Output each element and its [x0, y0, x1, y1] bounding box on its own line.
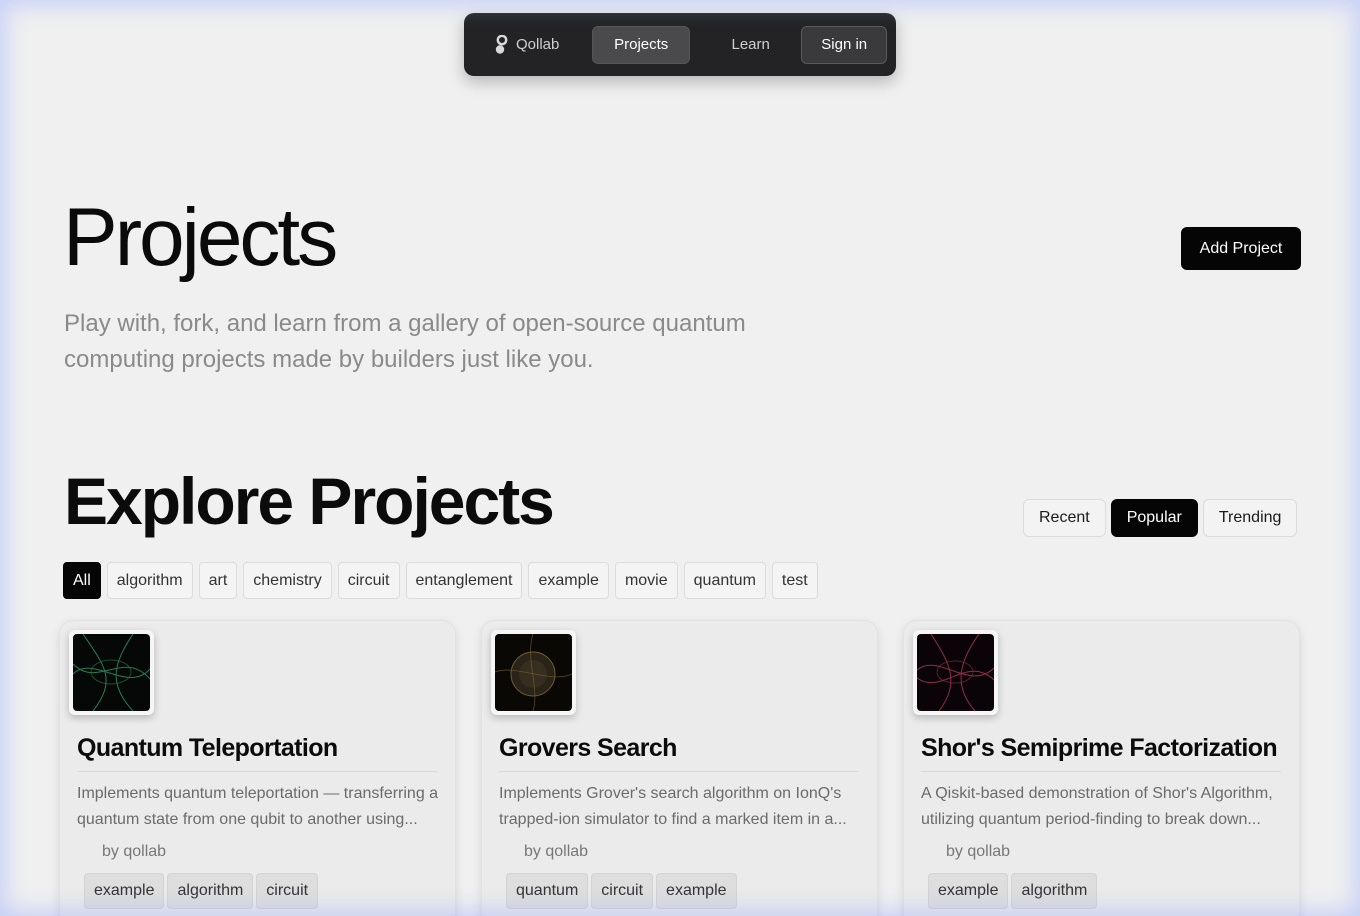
- project-author: by qollab: [524, 843, 589, 860]
- tag-filter-movie[interactable]: movie: [614, 562, 678, 599]
- sort-toggle-group: Recent Popular Trending: [1023, 499, 1298, 537]
- tag-filter-circuit[interactable]: circuit: [337, 562, 400, 599]
- project-description: A Qiskit-based demonstration of Shor's A…: [921, 785, 1273, 828]
- tag-filter-quantum[interactable]: quantum: [683, 562, 766, 599]
- card-divider: [499, 771, 859, 772]
- project-thumbnail: [913, 630, 998, 715]
- add-project-button[interactable]: Add Project: [1181, 227, 1301, 270]
- card-divider: [77, 771, 437, 772]
- tag-filter-bar: All algorithm art chemistry circuit enta…: [63, 562, 818, 599]
- top-nav: Qollab Projects Learn Sign in: [464, 13, 896, 76]
- page-subtitle: Play with, fork, and learn from a galler…: [64, 310, 746, 373]
- project-tag[interactable]: quantum: [506, 873, 589, 909]
- project-title[interactable]: Grovers Search: [499, 730, 859, 766]
- project-card[interactable]: Shor's Semiprime Factorization A Qiskit-…: [903, 620, 1300, 916]
- project-thumbnail: [491, 630, 576, 715]
- project-tags: example algorithm: [928, 873, 1098, 909]
- project-tag[interactable]: algorithm: [1011, 873, 1098, 909]
- project-tag[interactable]: example: [928, 873, 1009, 909]
- project-author: by qollab: [946, 843, 1011, 860]
- project-tags: example algorithm circuit: [84, 873, 319, 909]
- nav-item-learn[interactable]: Learn: [702, 26, 799, 64]
- project-card[interactable]: Quantum Teleportation Implements quantum…: [59, 620, 456, 916]
- tag-filter-example[interactable]: example: [528, 562, 609, 599]
- card-divider: [921, 771, 1281, 772]
- project-tags: quantum circuit example: [506, 873, 737, 909]
- tag-filter-all[interactable]: All: [63, 562, 101, 599]
- project-tag[interactable]: example: [84, 873, 165, 909]
- project-description: Implements quantum teleportation — trans…: [77, 785, 439, 828]
- tag-filter-chemistry[interactable]: chemistry: [243, 562, 332, 599]
- project-tag[interactable]: algorithm: [167, 873, 254, 909]
- brand-name: Qollab: [516, 36, 560, 53]
- tag-filter-algorithm[interactable]: algorithm: [106, 562, 193, 599]
- project-tag[interactable]: example: [656, 873, 737, 909]
- tag-filter-art[interactable]: art: [198, 562, 238, 599]
- nav-item-projects[interactable]: Projects: [592, 25, 690, 64]
- project-description: Implements Grover's search algorithm on …: [499, 785, 847, 828]
- brand-link[interactable]: Qollab: [494, 34, 592, 55]
- sort-popular-button[interactable]: Popular: [1110, 499, 1198, 537]
- project-author: by qollab: [102, 843, 167, 860]
- sign-in-button[interactable]: Sign in: [801, 25, 887, 64]
- project-card[interactable]: Grovers Search Implements Grover's searc…: [481, 620, 878, 916]
- tag-filter-test[interactable]: test: [771, 562, 818, 599]
- explore-title: Explore Projects: [64, 464, 555, 538]
- project-title[interactable]: Quantum Teleportation: [77, 730, 437, 766]
- sort-recent-button[interactable]: Recent: [1023, 499, 1106, 537]
- project-thumbnail: [69, 630, 154, 715]
- project-tag[interactable]: circuit: [591, 873, 654, 909]
- qollab-logo-icon: [494, 34, 508, 55]
- project-title[interactable]: Shor's Semiprime Factorization: [921, 730, 1281, 766]
- tag-filter-entanglement[interactable]: entanglement: [405, 562, 523, 599]
- sort-trending-button[interactable]: Trending: [1202, 499, 1298, 537]
- project-tag[interactable]: circuit: [256, 873, 319, 909]
- page-title: Projects: [63, 192, 338, 283]
